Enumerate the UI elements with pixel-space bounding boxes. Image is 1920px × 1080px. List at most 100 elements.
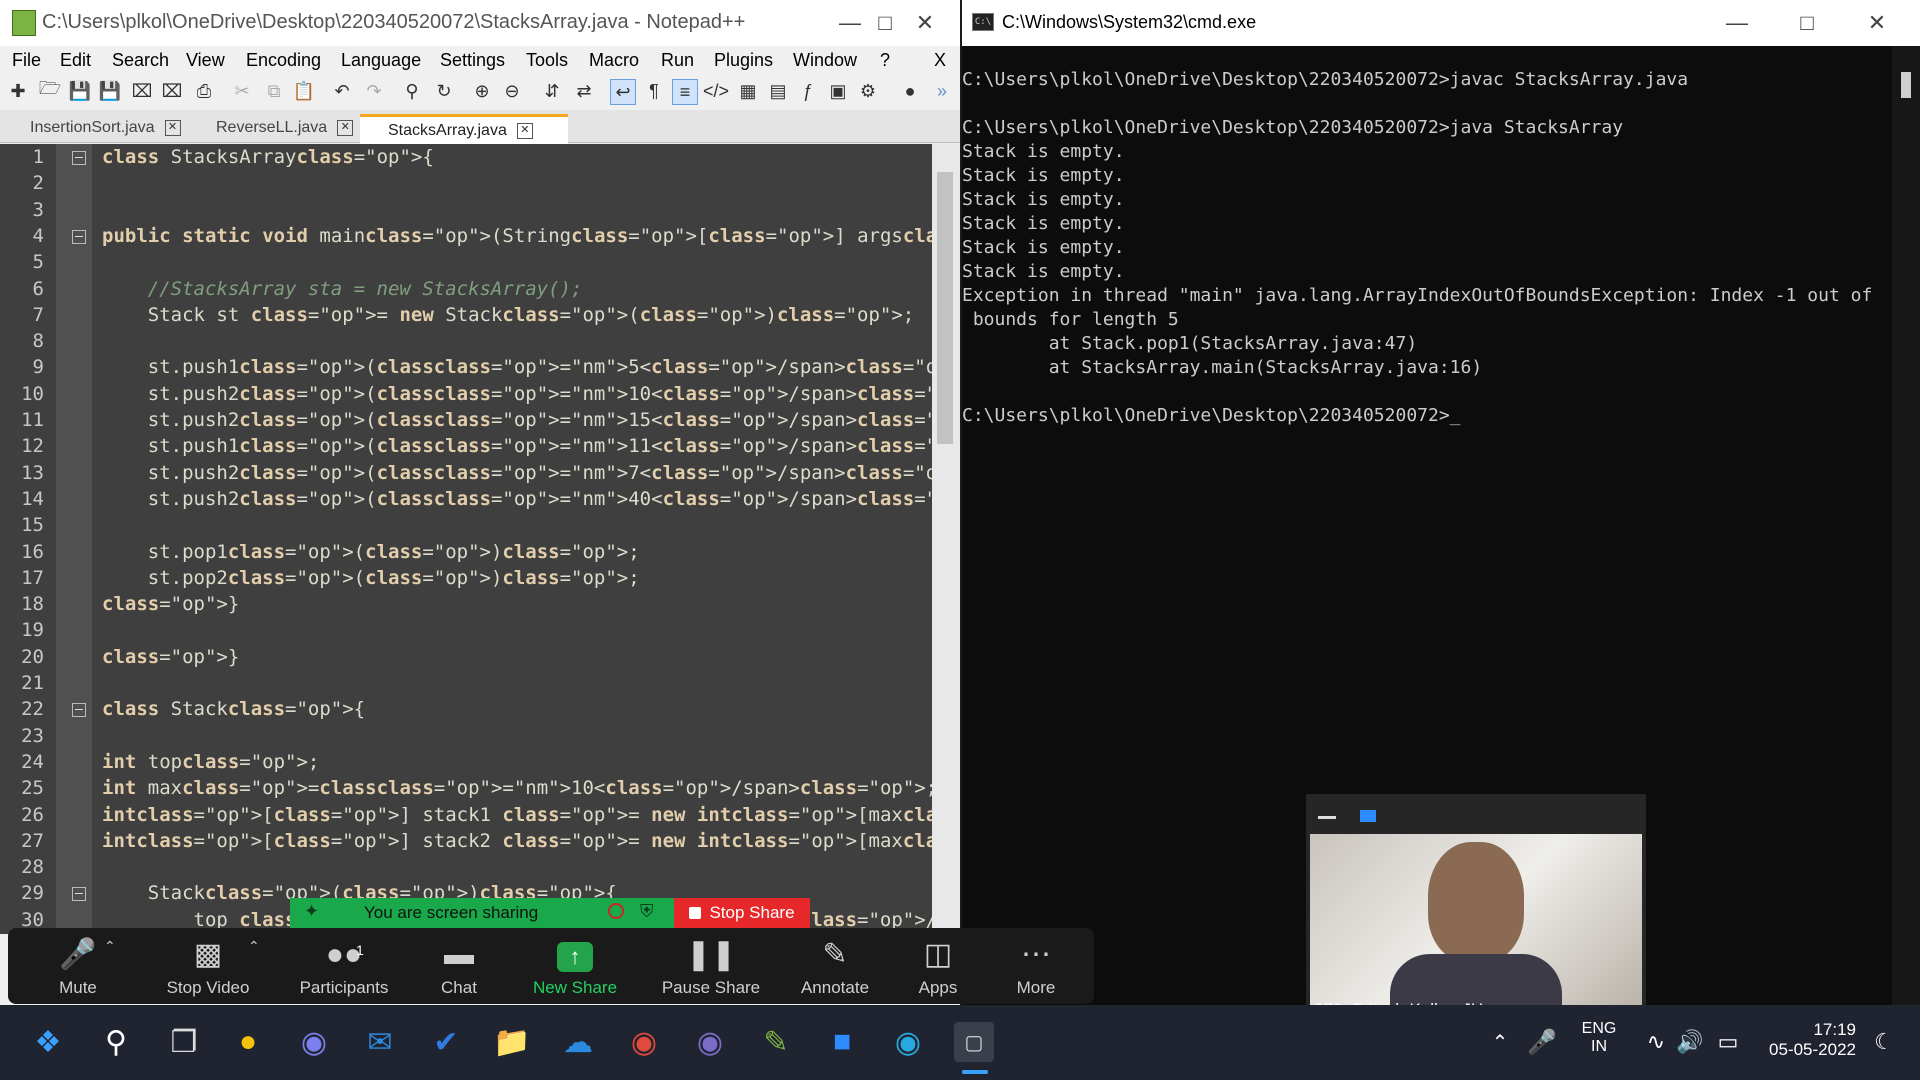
app-circle-icon[interactable]: ● (228, 1022, 268, 1062)
open-folder-icon[interactable]: 🗁 (38, 78, 62, 103)
tray-microphone-icon[interactable]: 🎤 (1522, 1022, 1562, 1062)
code-line[interactable]: st.push1class="op">(classclass="op">="nm… (102, 354, 932, 380)
zoom-out-icon[interactable]: ⊖ (500, 79, 524, 103)
menu-close-doc[interactable]: X (934, 50, 946, 71)
zoom-in-icon[interactable]: ⊕ (470, 79, 494, 103)
fold-toggle-icon[interactable] (72, 703, 86, 718)
cmd-maximize-button[interactable]: □ (1772, 0, 1842, 46)
notification-moon-icon[interactable]: ☾ (1864, 1022, 1904, 1062)
menu-search[interactable]: Search (112, 50, 169, 71)
paste-icon[interactable]: 📋 (292, 79, 316, 103)
code-line[interactable]: st.push2class="op">(classclass="op">="nm… (102, 381, 932, 407)
notepadpp-taskbar-icon[interactable]: ✎ (756, 1022, 796, 1062)
more-button[interactable]: ⋯ More (996, 928, 1076, 1004)
new-file-icon[interactable]: ✚ (6, 79, 30, 103)
sharing-indicator[interactable]: ✦ You are screen sharing ⛨ (290, 898, 674, 928)
tab-reverse-ll[interactable]: ReverseLL.java ✕ (216, 114, 354, 142)
replace-icon[interactable]: ↻ (432, 79, 456, 103)
code-area[interactable]: class StacksArrayclass="op">{ public stat… (92, 144, 932, 934)
new-share-button[interactable]: ↑ New Share (515, 928, 635, 1004)
tray-chevron-up-icon[interactable]: ⌃ (1480, 1022, 1520, 1062)
close-file-icon[interactable]: ⌧ (130, 79, 154, 103)
code-line[interactable]: st.push2class="op">(classclass="op">="nm… (102, 460, 932, 486)
mail-icon[interactable]: ✉ (360, 1022, 400, 1062)
code-line[interactable]: int topclass="op">; (102, 749, 319, 775)
menu-settings[interactable]: Settings (440, 50, 505, 71)
indent-guide-icon[interactable]: ≡ (672, 79, 698, 105)
zoom-icon[interactable]: ■ (822, 1022, 862, 1062)
menu-language[interactable]: Language (341, 50, 421, 71)
volume-icon[interactable]: 🔊 (1670, 1022, 1710, 1062)
menu-view[interactable]: View (186, 50, 225, 71)
tab-close-icon[interactable]: ✕ (337, 120, 354, 136)
copy-icon[interactable]: ⧉ (262, 79, 286, 103)
participants-button[interactable]: ●● Participants (284, 928, 404, 1004)
function-list-icon[interactable]: ƒ (796, 79, 820, 103)
folder-workspace-icon[interactable]: ⚙ (856, 79, 880, 103)
menu-edit[interactable]: Edit (60, 50, 91, 71)
code-line[interactable]: //StacksArray sta = new StacksArray(); (102, 276, 583, 302)
clock[interactable]: 17:19 05-05-2022 (1756, 1020, 1856, 1060)
cmd-scroll-thumb[interactable] (1901, 72, 1911, 98)
search-icon[interactable]: ⚲ (96, 1022, 136, 1062)
code-line[interactable]: int maxclass="op">=classclass="op">="nm"… (102, 775, 932, 801)
fold-toggle-icon[interactable] (72, 151, 86, 165)
code-line[interactable]: Stack st class="op">= new Stackclass="op… (102, 302, 915, 328)
minimize-video-icon[interactable] (1318, 816, 1336, 819)
close-button[interactable]: ✕ (890, 0, 960, 46)
video-thumbnail-panel[interactable]: 072_Pritesh Kolhe_JH (1306, 794, 1646, 1020)
menu-help[interactable]: ? (880, 50, 890, 71)
record-macro-icon[interactable]: ● (898, 79, 922, 103)
code-line[interactable]: class="op">} (102, 591, 239, 617)
fold-toggle-icon[interactable] (72, 887, 86, 902)
code-line[interactable]: st.push2class="op">(classclass="op">="nm… (102, 486, 932, 512)
console-output[interactable]: C:\Users\plkol\OneDrive\Desktop\22034052… (962, 68, 1892, 428)
edge-icon[interactable]: ◉ (888, 1022, 928, 1062)
menu-run[interactable]: Run (661, 50, 694, 71)
code-line[interactable]: intclass="op">[class="op">] stack2 class… (102, 828, 932, 854)
task-view-icon[interactable]: ❐ (164, 1022, 204, 1062)
annotate-button[interactable]: ✎ Annotate (780, 928, 890, 1004)
cmd-close-button[interactable]: ✕ (1842, 0, 1912, 46)
tab-stacks-array[interactable]: StacksArray.java ✕ (360, 114, 568, 145)
tab-close-icon[interactable]: ✕ (516, 123, 533, 139)
apps-button[interactable]: ◫ Apps (898, 928, 978, 1004)
menu-file[interactable]: File (12, 50, 41, 71)
todo-check-icon[interactable]: ✔ (426, 1022, 466, 1062)
cmd-taskbar-icon[interactable]: ▢ (954, 1022, 994, 1062)
sync-vertical-icon[interactable]: ⇵ (540, 79, 564, 103)
chevron-up-icon[interactable]: ⌃ (248, 938, 260, 955)
find-icon[interactable]: ⚲ (400, 79, 424, 103)
eclipse-icon[interactable]: ◉ (690, 1022, 730, 1062)
language-indicator[interactable]: ENG IN (1566, 1020, 1632, 1056)
cmd-scrollbar[interactable] (1892, 46, 1920, 1005)
chrome-icon[interactable]: ◉ (624, 1022, 664, 1062)
stop-share-button[interactable]: Stop Share (674, 898, 810, 928)
menu-encoding[interactable]: Encoding (246, 50, 321, 71)
battery-icon[interactable]: ▭ (1708, 1022, 1748, 1062)
file-explorer-icon[interactable]: 📁 (492, 1022, 532, 1062)
onedrive-cloud-icon[interactable]: ☁ (558, 1022, 598, 1062)
document-list-icon[interactable]: ▤ (766, 79, 790, 103)
tab-insertion-sort[interactable]: InsertionSort.java ✕ (30, 114, 181, 142)
code-line[interactable]: intclass="op">[class="op">] stack1 class… (102, 802, 932, 828)
drag-handle-icon[interactable]: ✦ (304, 901, 319, 922)
save-icon[interactable]: 💾 (68, 79, 92, 103)
monitor-icon[interactable]: ▣ (826, 79, 850, 103)
editor-scroll-thumb[interactable] (937, 172, 953, 444)
menu-plugins[interactable]: Plugins (714, 50, 773, 71)
document-map-icon[interactable]: ▦ (736, 79, 760, 103)
code-line[interactable]: class StacksArrayclass="op">{ (102, 144, 434, 170)
code-line[interactable]: st.push2class="op">(classclass="op">="nm… (102, 407, 932, 433)
chat-button[interactable]: ▬ Chat (414, 928, 504, 1004)
sync-horizontal-icon[interactable]: ⇄ (572, 79, 596, 103)
print-icon[interactable]: ⎙ (192, 79, 216, 103)
cmd-minimize-button[interactable]: — (1702, 0, 1772, 46)
word-wrap-icon[interactable]: ↩ (610, 79, 636, 105)
chevron-up-icon[interactable]: ⌃ (104, 938, 116, 955)
code-line[interactable]: class="op">} (102, 644, 239, 670)
fold-toggle-icon[interactable] (72, 229, 86, 244)
code-editor[interactable]: 1 2 3 4 5 6 7 8 9 10 11 12 13 14 15 16 17 18 19 20 21 22 23 24 2… (0, 144, 932, 934)
code-line[interactable]: public static void mainclass="op">(Strin… (102, 223, 932, 249)
more-tools-chevron-icon[interactable]: » (930, 79, 954, 103)
